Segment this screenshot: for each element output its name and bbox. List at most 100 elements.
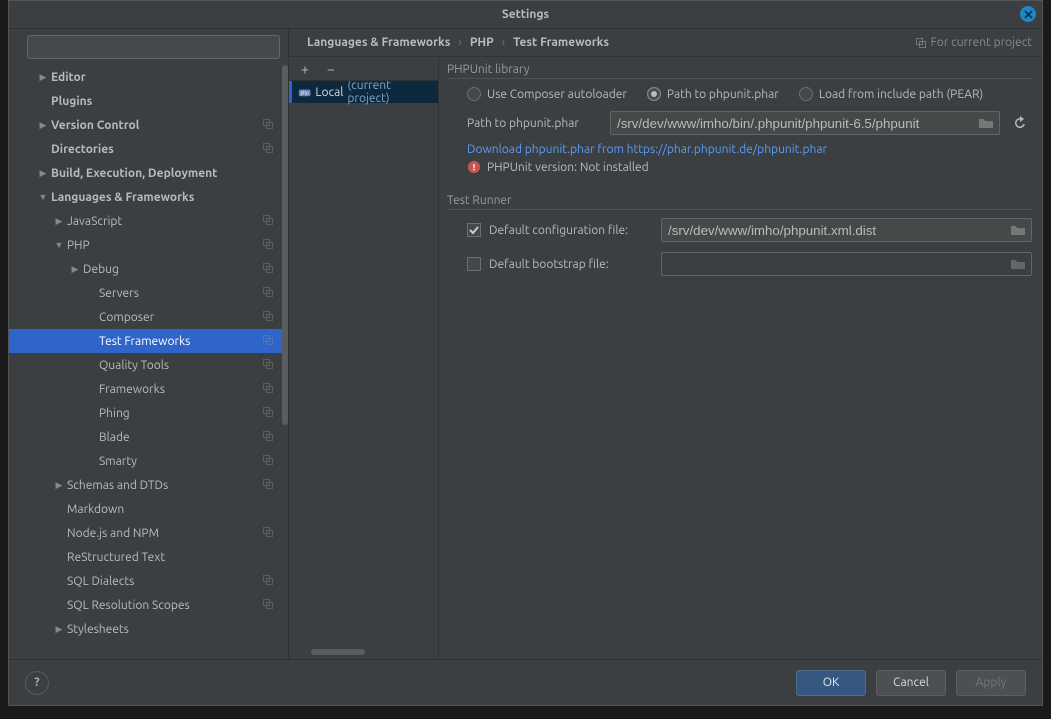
chevron-icon: ▼	[35, 192, 51, 202]
tree-item[interactable]: Smarty	[9, 449, 282, 473]
folder-icon[interactable]	[1010, 222, 1026, 238]
tree-item-label: Editor	[51, 71, 282, 84]
default-bootstrap-checkbox[interactable]	[467, 257, 481, 271]
tree-item[interactable]: SQL Resolution Scopes	[9, 593, 282, 617]
tree-item[interactable]: ▶JavaScript	[9, 209, 282, 233]
interpreter-list-item[interactable]: php Local (current project)	[289, 81, 438, 103]
tree-item-label: Markdown	[67, 503, 282, 516]
phpunit-method-radios: Use Composer autoloader Path to phpunit.…	[467, 87, 1032, 101]
radio-pear[interactable]: Load from include path (PEAR)	[799, 87, 983, 101]
radio-phar-label: Path to phpunit.phar	[667, 88, 779, 101]
tree-item-label: Debug	[83, 263, 282, 276]
phpunit-version-text: PHPUnit version: Not installed	[487, 161, 649, 174]
chevron-icon: ▶	[67, 264, 83, 275]
titlebar: Settings	[9, 1, 1042, 29]
interpreter-list: php Local (current project)	[289, 81, 438, 659]
close-icon[interactable]	[1020, 6, 1036, 22]
cancel-button[interactable]: Cancel	[876, 670, 946, 696]
breadcrumb-part[interactable]: Test Frameworks	[513, 36, 609, 49]
refresh-button[interactable]	[1008, 111, 1032, 135]
runner-section-header: Test Runner	[447, 188, 1032, 210]
tree-item[interactable]: Phing	[9, 401, 282, 425]
tree-item-label: ReStructured Text	[67, 551, 282, 564]
radio-icon	[467, 87, 481, 101]
tree-item[interactable]: Quality Tools	[9, 353, 282, 377]
phar-path-row: Path to phpunit.phar	[467, 111, 1032, 135]
tree-item[interactable]: Servers	[9, 281, 282, 305]
tree-item[interactable]: ▶Build, Execution, Deployment	[9, 161, 282, 185]
folder-icon[interactable]	[1010, 256, 1026, 272]
tree-item-label: Directories	[51, 143, 282, 156]
radio-icon	[799, 87, 813, 101]
tree-item[interactable]: ReStructured Text	[9, 545, 282, 569]
tree-item[interactable]: Markdown	[9, 497, 282, 521]
download-phar-link[interactable]: Download phpunit.phar from https://phar.…	[467, 143, 827, 156]
help-button[interactable]: ?	[25, 671, 49, 695]
chevron-icon: ▼	[51, 240, 67, 250]
svg-text:!: !	[473, 162, 476, 173]
phar-path-input[interactable]	[610, 111, 1000, 135]
interpreter-name: Local	[315, 86, 343, 99]
breadcrumb-sep: ›	[458, 36, 461, 49]
chevron-icon: ▶	[35, 120, 51, 131]
tree-item-label: Frameworks	[99, 383, 282, 396]
breadcrumb-sep: ›	[502, 36, 505, 49]
radio-pear-label: Load from include path (PEAR)	[819, 88, 983, 101]
breadcrumb-part[interactable]: PHP	[470, 36, 494, 49]
radio-icon	[647, 87, 661, 101]
mid-hscroll[interactable]	[293, 649, 434, 657]
for-project-label: For current project	[931, 36, 1033, 49]
tree-item[interactable]: Composer	[9, 305, 282, 329]
for-current-project: For current project	[915, 36, 1033, 49]
tree-item-label: Plugins	[51, 95, 282, 108]
breadcrumb-part[interactable]: Languages & Frameworks	[307, 36, 450, 49]
settings-tree-panel: ▶EditorPlugins▶Version ControlDirectorie…	[9, 29, 289, 659]
tree-item-label: JavaScript	[67, 215, 282, 228]
dialog-body: ▶EditorPlugins▶Version ControlDirectorie…	[9, 29, 1042, 659]
tree-item[interactable]: ▶Version Control	[9, 113, 282, 137]
chevron-icon: ▶	[51, 480, 67, 491]
add-button[interactable]: +	[297, 61, 313, 77]
default-bootstrap-input[interactable]	[661, 252, 1032, 276]
folder-icon[interactable]	[978, 115, 994, 131]
tree-item[interactable]: ▶Debug	[9, 257, 282, 281]
tree-item[interactable]: ▶Stylesheets	[9, 617, 282, 641]
search-wrap	[9, 35, 288, 65]
tree-item[interactable]: Blade	[9, 425, 282, 449]
default-config-input[interactable]	[661, 218, 1032, 242]
chevron-icon: ▶	[51, 624, 67, 635]
tree-item[interactable]: ▼PHP	[9, 233, 282, 257]
default-bootstrap-label: Default bootstrap file:	[489, 258, 661, 271]
tree-item[interactable]: ▶Schemas and DTDs	[9, 473, 282, 497]
php-icon: php	[298, 85, 311, 99]
tree-item-label: Test Frameworks	[99, 335, 282, 348]
breadcrumb: Languages & Frameworks › PHP › Test Fram…	[297, 29, 619, 57]
default-config-checkbox[interactable]	[467, 223, 481, 237]
tree-item[interactable]: Directories	[9, 137, 282, 161]
search-input[interactable]	[27, 35, 280, 59]
ok-button[interactable]: OK	[796, 670, 866, 696]
remove-button[interactable]: −	[323, 61, 339, 77]
apply-button[interactable]: Apply	[956, 670, 1026, 696]
radio-composer-label: Use Composer autoloader	[487, 88, 627, 101]
tree-item[interactable]: Plugins	[9, 89, 282, 113]
mid-toolbar: + −	[289, 57, 438, 81]
tree-item-label: Schemas and DTDs	[67, 479, 282, 492]
mid-hscroll-thumb[interactable]	[311, 649, 365, 655]
tree-item[interactable]: ▶Editor	[9, 65, 282, 89]
settings-dialog: Settings ▶EditorPlugins▶Version ControlD…	[8, 0, 1043, 706]
tree-scroll-thumb[interactable]	[282, 65, 288, 425]
tree-item[interactable]: SQL Dialects	[9, 569, 282, 593]
tree-item-label: Smarty	[99, 455, 282, 468]
tree-scrollbar[interactable]	[280, 65, 288, 659]
tree-item[interactable]: Test Frameworks	[9, 329, 282, 353]
radio-composer[interactable]: Use Composer autoloader	[467, 87, 627, 101]
settings-tree[interactable]: ▶EditorPlugins▶Version ControlDirectorie…	[9, 65, 288, 659]
tree-item[interactable]: Frameworks	[9, 377, 282, 401]
dialog-footer: ? OK Cancel Apply	[9, 659, 1042, 705]
radio-phar[interactable]: Path to phpunit.phar	[647, 87, 779, 101]
tree-item[interactable]: Node.js and NPM	[9, 521, 282, 545]
tree-item-label: Servers	[99, 287, 282, 300]
default-config-row: Default configuration file:	[467, 218, 1032, 242]
tree-item[interactable]: ▼Languages & Frameworks	[9, 185, 282, 209]
